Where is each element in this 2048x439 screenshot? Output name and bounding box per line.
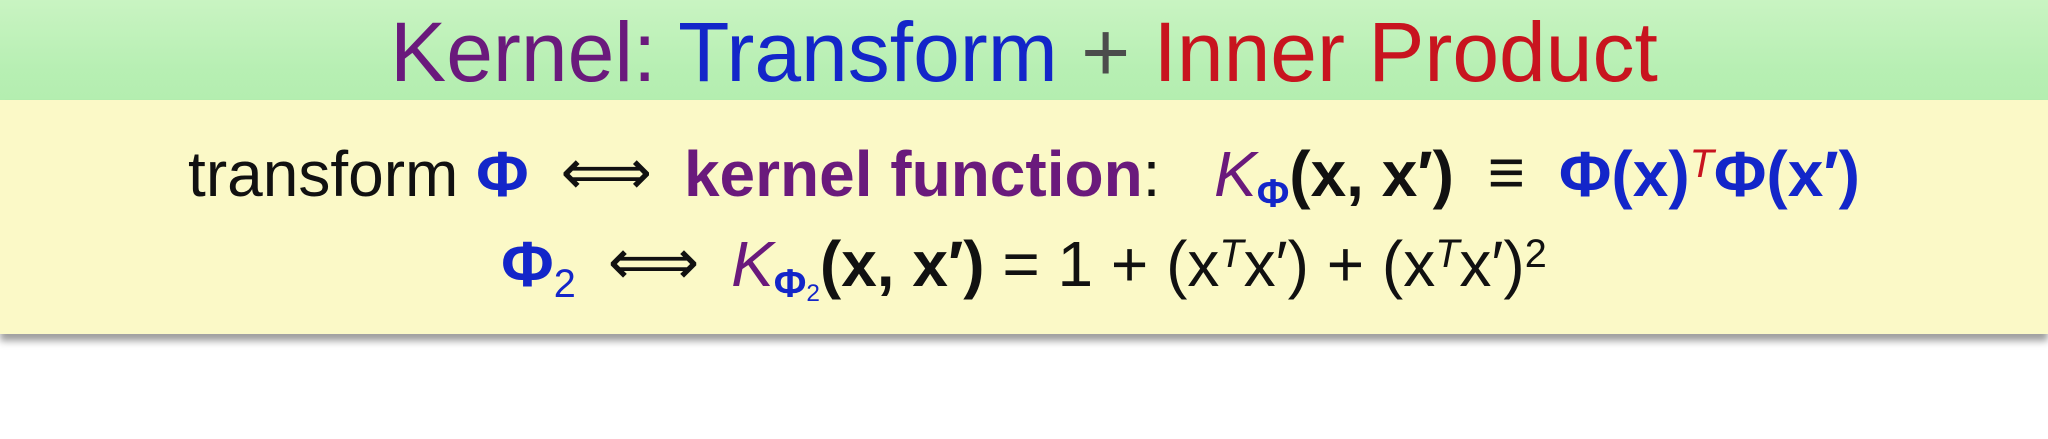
slide-title: Kernel: Transform + Inner Product bbox=[0, 2, 2048, 102]
title-inner-product: Inner Product bbox=[1153, 5, 1658, 99]
transpose-T-1: T bbox=[1219, 231, 1244, 276]
title-band: Kernel: Transform + Inner Product bbox=[0, 0, 2048, 100]
polynomial-kernel-line: Φ2 ⟺ KΦ2(x, x′) = 1 + (xTx′) + (xTx′)2 bbox=[0, 224, 2048, 319]
phi2-symbol: Φ bbox=[501, 228, 554, 300]
phi2-subscript: 2 bbox=[553, 262, 576, 307]
square-exponent: 2 bbox=[1524, 231, 1547, 276]
kernel2-subscript-phi: Φ bbox=[773, 262, 807, 307]
title-plus: + bbox=[1081, 5, 1131, 99]
colon: : bbox=[1142, 138, 1161, 210]
kernel-symbol-K: K bbox=[1214, 138, 1257, 210]
phi-of-x: Φ(x) bbox=[1558, 138, 1690, 210]
rhs-part-2: x′) + (x bbox=[1243, 228, 1436, 300]
kernel-arguments: (x, x′) bbox=[1289, 138, 1454, 210]
title-transform: Transform bbox=[678, 5, 1058, 99]
phi-symbol: Φ bbox=[476, 138, 529, 210]
rhs-part-1: = 1 + (x bbox=[1002, 228, 1220, 300]
kernel2-symbol-K: K bbox=[731, 228, 774, 300]
content-box: transform Φ ⟺ kernel function: KΦ(x, x′)… bbox=[0, 100, 2048, 334]
kernel-definition-line: transform Φ ⟺ kernel function: KΦ(x, x′)… bbox=[0, 136, 2048, 221]
phi-of-xprime: Φ(x′) bbox=[1713, 138, 1860, 210]
iff-arrow-1: ⟺ bbox=[560, 136, 653, 208]
rhs-part-3: x′) bbox=[1459, 228, 1525, 300]
kernel2-arguments: (x, x′) bbox=[819, 228, 985, 300]
slide: Kernel: Transform + Inner Product transf… bbox=[0, 0, 2048, 439]
iff-arrow-2: ⟺ bbox=[607, 226, 700, 298]
transform-word: transform bbox=[188, 138, 459, 210]
kernel-function-label: kernel function bbox=[683, 138, 1143, 210]
transpose-T: T bbox=[1689, 141, 1714, 186]
kernel2-subscript-2: 2 bbox=[806, 280, 820, 308]
transpose-T-2: T bbox=[1435, 231, 1460, 276]
equivalence-symbol: ≡ bbox=[1487, 136, 1526, 208]
title-kernel: Kernel: bbox=[390, 5, 657, 99]
kernel-subscript-phi: Φ bbox=[1256, 172, 1290, 217]
